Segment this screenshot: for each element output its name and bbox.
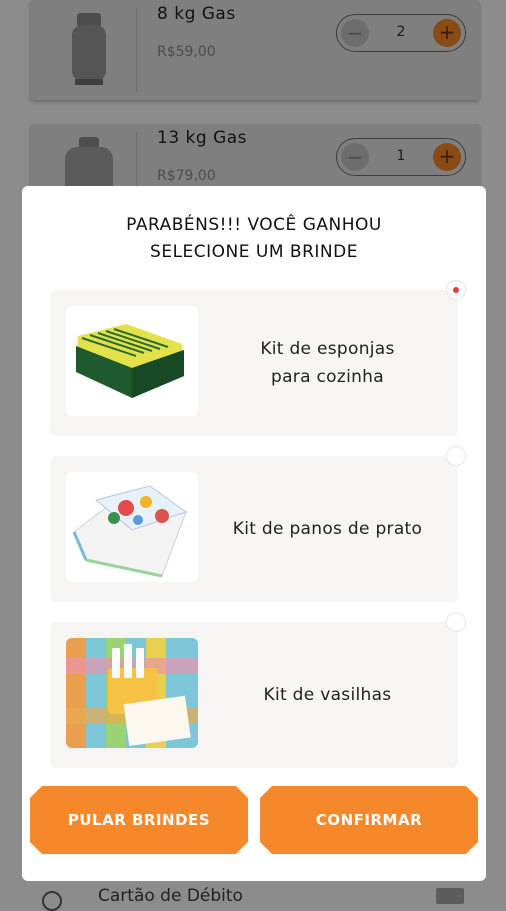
gift-label-line1: Kit de vasilhas — [263, 685, 392, 705]
gift-label: Kit de esponjas para cozinha — [205, 290, 450, 436]
gift-label-line2: para cozinha — [271, 367, 384, 387]
gift-option-containers[interactable]: Kit de vasilhas — [50, 622, 458, 768]
modal-title-line1: PARABÉNS!!! VOCÊ GANHOU — [126, 215, 382, 235]
dish-towels-image — [66, 472, 198, 582]
product-price: R$59,00 — [157, 44, 216, 60]
modal-title-line2: SELECIONE UM BRINDE — [150, 242, 358, 262]
product-price: R$79,00 — [157, 168, 216, 184]
modal-title: PARABÉNS!!! VOCÊ GANHOU SELECIONE UM BRI… — [22, 212, 486, 266]
gas-cylinder-icon — [44, 8, 134, 92]
gift-radio-towels[interactable] — [446, 446, 466, 466]
gift-label-line1: Kit de panos de prato — [232, 519, 423, 539]
gift-label: Kit de vasilhas — [205, 622, 450, 768]
skip-gifts-button[interactable]: PULAR BRINDES — [30, 786, 248, 854]
card-icon — [436, 888, 464, 904]
sponge-kit-image — [66, 306, 198, 416]
product-card-8kg: 8 kg Gas R$59,00 − 2 + — [30, 0, 480, 100]
gift-modal: PARABÉNS!!! VOCÊ GANHOU SELECIONE UM BRI… — [22, 186, 486, 881]
containers-kit-image — [66, 638, 198, 748]
gift-option-towels[interactable]: Kit de panos de prato — [50, 456, 458, 602]
gift-radio-containers[interactable] — [446, 612, 466, 632]
confirm-button[interactable]: CONFIRMAR — [260, 786, 478, 854]
thumb-divider — [136, 8, 137, 92]
gift-label-line1: Kit de esponjas — [260, 339, 395, 359]
gift-label: Kit de panos de prato — [205, 456, 450, 602]
product-name: 13 kg Gas — [157, 128, 248, 148]
payment-option-label: Cartão de Débito — [98, 886, 243, 906]
quantity-stepper: − 1 + — [336, 138, 466, 176]
plus-button[interactable]: + — [433, 143, 461, 171]
product-name: 8 kg Gas — [157, 4, 236, 24]
gift-radio-sponges[interactable] — [446, 280, 466, 300]
plus-button[interactable]: + — [433, 19, 461, 47]
quantity-stepper: − 2 + — [336, 14, 466, 52]
gift-option-sponges[interactable]: Kit de esponjas para cozinha — [50, 290, 458, 436]
payment-radio[interactable] — [42, 891, 62, 911]
